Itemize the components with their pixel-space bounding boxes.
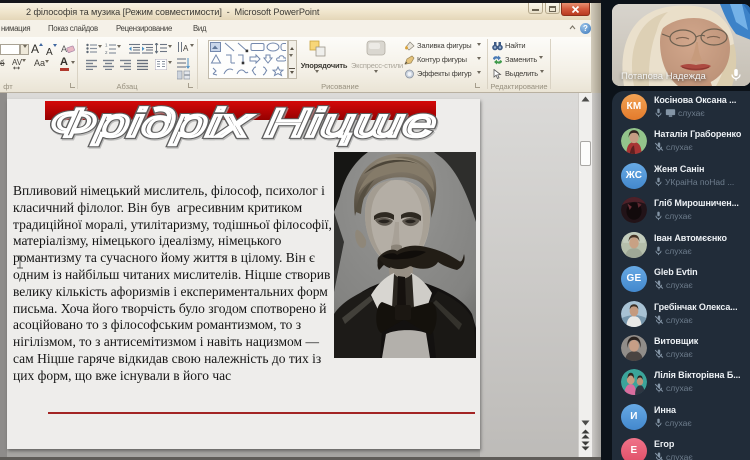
- svg-text:A: A: [183, 44, 189, 53]
- svg-text:Фрідріх Ніцше: Фрідріх Ніцше: [47, 101, 440, 146]
- svg-text:1: 1: [105, 43, 108, 48]
- svg-text:2: 2: [105, 50, 108, 54]
- svg-text:A: A: [61, 44, 67, 54]
